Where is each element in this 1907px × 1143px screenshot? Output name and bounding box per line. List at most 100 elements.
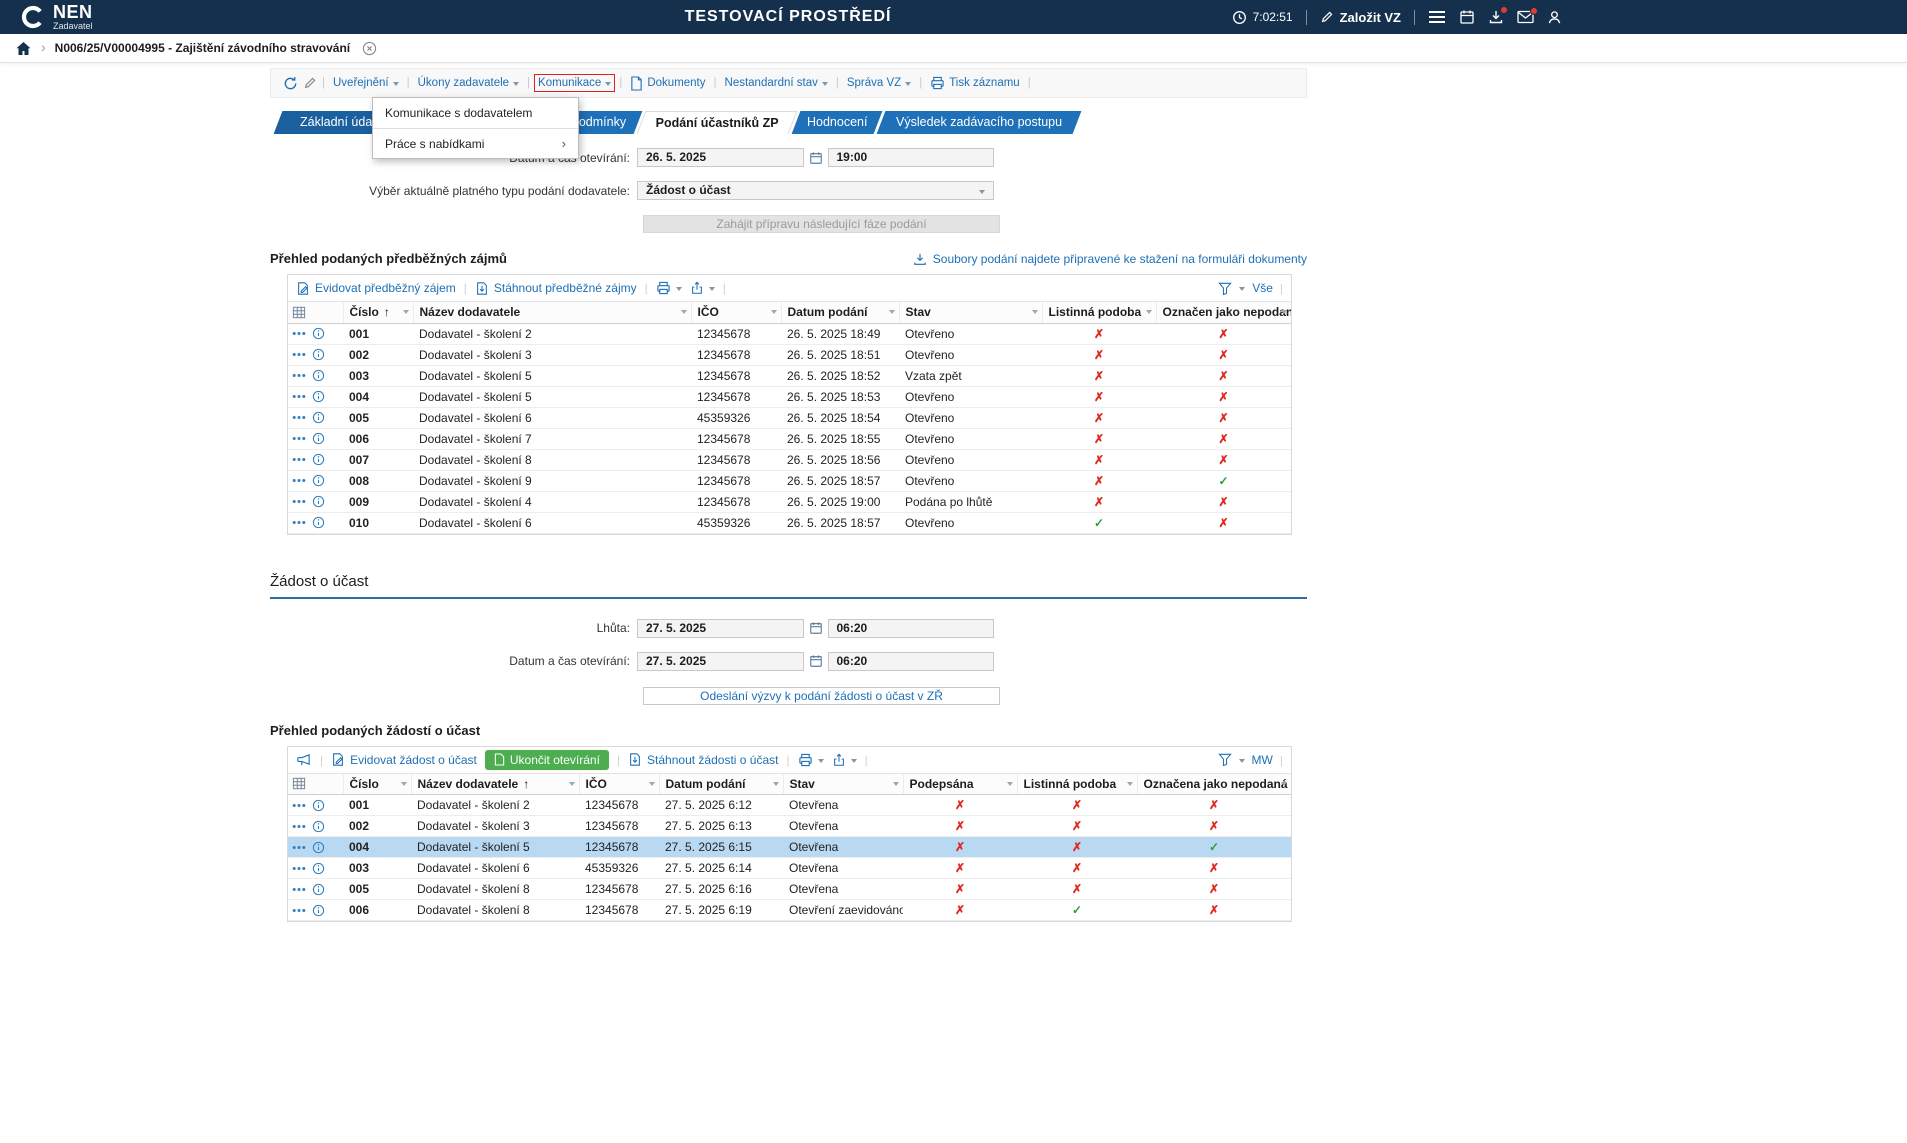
table-row[interactable]: 007Dodavatel - školení 81234567826. 5. 2…: [288, 449, 1291, 470]
row-menu-button[interactable]: [292, 908, 306, 913]
column-header-ico[interactable]: IČO: [579, 774, 659, 795]
tab-hodnoceni[interactable]: Hodnocení: [792, 111, 883, 134]
column-header-cislo[interactable]: Číslo↑: [343, 302, 413, 323]
column-header-nepodany[interactable]: Označen jako nepodaný: [1156, 302, 1291, 323]
breadcrumb-item[interactable]: N006/25/V00004995 - Zajištění závodního …: [55, 41, 350, 55]
info-icon[interactable]: [312, 432, 325, 445]
toolbar-item-sprava-vz[interactable]: Správa VZ: [844, 75, 914, 91]
column-header-nazev[interactable]: Název dodavatele: [413, 302, 691, 323]
table-row[interactable]: 004Dodavatel - školení 51234567827. 5. 2…: [288, 837, 1291, 858]
filter-caret-icon[interactable]: [893, 782, 899, 786]
table-row[interactable]: 002Dodavatel - školení 31234567827. 5. 2…: [288, 816, 1291, 837]
column-header-stav[interactable]: Stav: [783, 774, 903, 795]
megaphone-icon[interactable]: [296, 753, 312, 767]
table-row[interactable]: 003Dodavatel - školení 51234567826. 5. 2…: [288, 365, 1291, 386]
row-menu-button[interactable]: [292, 457, 306, 462]
table-row[interactable]: 010Dodavatel - školení 64535932626. 5. 2…: [288, 512, 1291, 533]
toolbar-item-dokumenty[interactable]: Dokumenty: [627, 74, 708, 93]
edit-pencil-icon[interactable]: [303, 76, 317, 90]
info-icon[interactable]: [312, 904, 325, 917]
info-icon[interactable]: [312, 841, 325, 854]
filter-caret-icon[interactable]: [889, 310, 895, 314]
print-table-button[interactable]: [798, 753, 824, 767]
info-icon[interactable]: [312, 474, 325, 487]
info-icon[interactable]: [312, 348, 325, 361]
tab-podani-ucastniku-zp[interactable]: Podání účastníků ZP: [637, 111, 798, 134]
chevron-down-icon[interactable]: [1239, 287, 1245, 291]
table-row[interactable]: 005Dodavatel - školení 81234567827. 5. 2…: [288, 879, 1291, 900]
close-record-icon[interactable]: [362, 41, 377, 56]
row-menu-button[interactable]: [292, 803, 306, 808]
column-header-nepodana[interactable]: Označena jako nepodaná: [1137, 774, 1291, 795]
filter-funnel-icon[interactable]: [1218, 753, 1232, 766]
row-menu-button[interactable]: [292, 887, 306, 892]
table-row[interactable]: 004Dodavatel - školení 51234567826. 5. 2…: [288, 386, 1291, 407]
info-icon[interactable]: [312, 820, 325, 833]
filter-caret-icon[interactable]: [1281, 310, 1287, 314]
filter-funnel-icon[interactable]: [1218, 282, 1232, 295]
row-menu-button[interactable]: [292, 845, 306, 850]
create-vz-button[interactable]: Založit VZ: [1320, 10, 1401, 25]
filter-caret-icon[interactable]: [1007, 782, 1013, 786]
chevron-down-icon[interactable]: [1239, 759, 1245, 763]
column-header-cislo[interactable]: Číslo: [343, 774, 411, 795]
row-menu-button[interactable]: [292, 394, 306, 399]
open-time-field[interactable]: 06:20: [828, 652, 995, 671]
table-row[interactable]: 008Dodavatel - školení 91234567826. 5. 2…: [288, 470, 1291, 491]
column-header-listinna[interactable]: Listinná podoba: [1042, 302, 1156, 323]
open-time-field[interactable]: 19:00: [828, 148, 995, 167]
toolbar-item-uverejneni[interactable]: Uveřejnění: [330, 75, 402, 91]
filter-preset-label[interactable]: Vše: [1252, 281, 1273, 295]
info-icon[interactable]: [312, 799, 325, 812]
info-icon[interactable]: [312, 883, 325, 896]
evidovat-zajem-button[interactable]: Evidovat předběžný zájem: [296, 281, 456, 296]
info-icon[interactable]: [312, 516, 325, 529]
column-header-podepsana[interactable]: Podepsána: [903, 774, 1017, 795]
stahnout-zadosti-button[interactable]: Stáhnout žádosti o účast: [628, 752, 778, 767]
lhuta-time-field[interactable]: 06:20: [828, 619, 995, 638]
menu-hamburger-icon[interactable]: [1428, 10, 1446, 24]
calendar-icon[interactable]: [809, 621, 823, 635]
table-row[interactable]: 001Dodavatel - školení 21234567827. 5. 2…: [288, 795, 1291, 816]
row-menu-button[interactable]: [292, 352, 306, 357]
calendar-icon[interactable]: [809, 151, 823, 165]
menu-item-komunikace-s-dodavatelem[interactable]: Komunikace s dodavatelem: [373, 98, 578, 128]
info-icon[interactable]: [312, 453, 325, 466]
menu-item-prace-s-nabidkami[interactable]: Práce s nabídkami ›: [373, 128, 578, 158]
column-header-nazev[interactable]: Název dodavatele↑: [411, 774, 579, 795]
row-menu-button[interactable]: [292, 499, 306, 504]
row-menu-button[interactable]: [292, 331, 306, 336]
mail-icon[interactable]: [1517, 10, 1534, 24]
info-icon[interactable]: [312, 327, 325, 340]
column-header-listinna[interactable]: Listinná podoba: [1017, 774, 1137, 795]
info-icon[interactable]: [312, 411, 325, 424]
row-menu-button[interactable]: [292, 436, 306, 441]
filter-caret-icon[interactable]: [403, 310, 409, 314]
filter-caret-icon[interactable]: [771, 310, 777, 314]
home-icon[interactable]: [15, 41, 32, 56]
info-icon[interactable]: [312, 862, 325, 875]
info-icon[interactable]: [312, 369, 325, 382]
nen-logo[interactable]: NEN Zadavatel: [20, 3, 93, 31]
filter-caret-icon[interactable]: [1032, 310, 1038, 314]
row-menu-button[interactable]: [292, 520, 306, 525]
filter-caret-icon[interactable]: [1146, 310, 1152, 314]
files-download-link[interactable]: Soubory podání najdete připravené ke sta…: [913, 252, 1307, 266]
column-chooser-icon[interactable]: [288, 774, 343, 795]
column-header-stav[interactable]: Stav: [899, 302, 1042, 323]
table-row[interactable]: 005Dodavatel - školení 64535932626. 5. 2…: [288, 407, 1291, 428]
filter-caret-icon[interactable]: [681, 310, 687, 314]
filter-caret-icon[interactable]: [401, 782, 407, 786]
column-chooser-icon[interactable]: [288, 302, 343, 323]
table-row[interactable]: 009Dodavatel - školení 41234567826. 5. 2…: [288, 491, 1291, 512]
calendar-icon[interactable]: [1459, 9, 1475, 25]
column-header-datum[interactable]: Datum podání: [781, 302, 899, 323]
row-menu-button[interactable]: [292, 478, 306, 483]
info-icon[interactable]: [312, 390, 325, 403]
table-row[interactable]: 003Dodavatel - školení 64535932627. 5. 2…: [288, 858, 1291, 879]
next-phase-button[interactable]: Zahájit přípravu následující fáze podání: [643, 215, 1000, 233]
filter-preset-label[interactable]: MW: [1252, 753, 1273, 767]
evidovat-zadost-button[interactable]: Evidovat žádost o účast: [331, 752, 477, 767]
table-row[interactable]: 006Dodavatel - školení 71234567826. 5. 2…: [288, 428, 1291, 449]
column-header-datum[interactable]: Datum podání: [659, 774, 783, 795]
